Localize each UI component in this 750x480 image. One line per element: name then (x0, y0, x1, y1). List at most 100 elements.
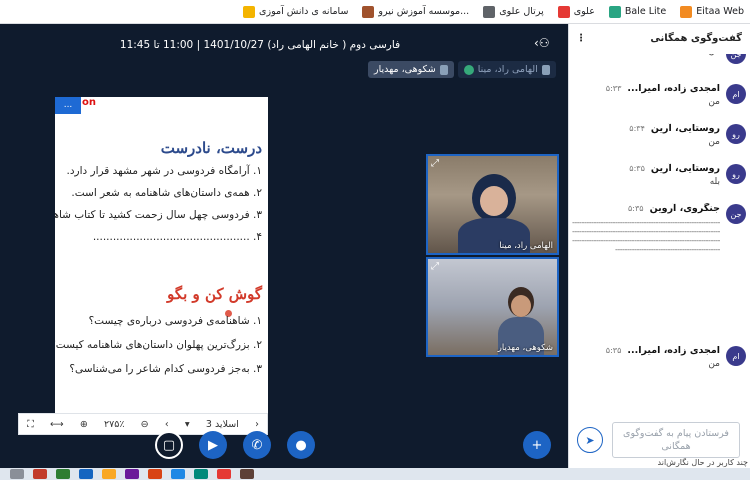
mic-icon: ● (295, 437, 307, 453)
expand-icon[interactable]: ⤢ (431, 158, 439, 169)
zoom-out-icon[interactable]: ⊖ (141, 419, 149, 430)
mic-button[interactable]: ● (287, 431, 315, 459)
screen-share-button[interactable]: ▢ (155, 431, 183, 459)
slide-line: ۱. شاهنامه‌ی فردوسی درباره‌ی چیست؟ (88, 315, 262, 327)
message-text: بله (709, 177, 720, 187)
expand-icon[interactable]: ⤢ (431, 261, 439, 272)
bookmarks-bar: Eitaa Web Bale Lite علوی پرتال علوی موسسه آم… (0, 0, 750, 24)
bale-icon (608, 5, 621, 18)
zoom-in-icon[interactable]: ⊕ (80, 419, 88, 430)
video-face (511, 295, 531, 317)
slide-line: ۱. آرامگاه فردوسی در شهر مشهد قرار دارد. (66, 165, 262, 177)
message-text: من (572, 54, 720, 56)
taskbar-app-icon[interactable] (217, 469, 231, 479)
slide-tag[interactable]: ... (55, 97, 81, 114)
slide-toolbar: ⛶ ⟷ ⊕ ۲۷۵٪ ⊖ ‹ ▾ اسلاید 3 › (18, 413, 268, 435)
chat-message: رو روستایی، آرین ۵:۳۴ من (568, 120, 750, 160)
sender-name: امجدی زاده، امیرا... (627, 83, 720, 94)
chat-message: جن من (568, 54, 750, 80)
camera-icon: ▶ (208, 437, 218, 453)
taskbar-app-icon[interactable] (10, 469, 24, 479)
slide-line: ۲. بزرگ‌ترین پهلوان داستان‌های شاهنامه ک… (55, 339, 262, 351)
chat-header: گفت‌وگوی همگانی ⋮ (568, 24, 750, 52)
taskbar-app-icon[interactable] (33, 469, 47, 479)
bookmark-item[interactable]: Bale Lite (608, 5, 666, 18)
slide-line: ۳. به‌جز فردوسی کدام شاعر را می‌شناسی؟ (69, 363, 262, 375)
status-dot-icon (463, 64, 474, 75)
slide-line: ۲. همه‌ی داستان‌های شاهنامه به شعر است. (71, 187, 262, 199)
message-text: من (708, 359, 720, 369)
message-header: امجدی زاده، امیرا... ۵:۳۵ (572, 345, 720, 356)
slide-heading: گوش کن و بگو (167, 285, 262, 303)
taskbar-app-icon[interactable] (125, 469, 139, 479)
presenters-bar: شکوهی، مهدیار الهامی راد، مینا (368, 61, 556, 78)
bookmark-item[interactable]: Eitaa Web (680, 5, 744, 18)
chat-message-list[interactable]: جن من ام امجدی زاده، امیرا... ۵:۳۳ من رو روستای… (568, 54, 750, 416)
zoom-level: ۲۷۵٪ (104, 418, 125, 430)
taskbar-app-icon[interactable] (148, 469, 162, 479)
message-time: ۵:۳۳ (605, 84, 622, 93)
bookmark-item[interactable]: موسسه آموزش نیرو... (362, 5, 469, 18)
slide-line: ۴. .....................................… (92, 231, 262, 243)
message-header: امجدی زاده، امیرا... ۵:۳۳ (572, 83, 720, 94)
sender-name: روستایی، آرین (650, 163, 720, 174)
taskbar-app-icon[interactable] (79, 469, 93, 479)
send-button[interactable]: ➤ (577, 427, 603, 453)
alavi-icon (557, 5, 570, 18)
presenter-pill[interactable]: شکوهی، مهدیار (368, 61, 454, 78)
bookmark-item[interactable]: پرتال علوی (483, 5, 544, 18)
avatar: ام (726, 84, 746, 104)
bookmark-label: علوی (573, 6, 595, 17)
chat-title[interactable]: گفت‌وگوی همگانی (650, 33, 742, 44)
message-dashes: ----------------------------------------… (572, 218, 720, 254)
plus-icon: + (531, 437, 543, 453)
avatar: رو (726, 124, 746, 144)
next-slide-icon[interactable]: › (255, 419, 259, 430)
slide-corner-text: on (82, 97, 96, 108)
fullscreen-icon[interactable]: ⛶ (27, 419, 34, 430)
typing-status: چند کاربر در حال نگارش‌اند (657, 458, 748, 467)
message-time: ۵:۳۵ (627, 204, 644, 213)
camera-button[interactable]: ▶ (199, 431, 227, 459)
taskbar-app-icon[interactable] (194, 469, 208, 479)
user-list-icon[interactable]: ‹⚇ (534, 36, 554, 52)
avatar: جن (726, 204, 746, 224)
chat-message: ام امجدی زاده، امیرا... ۵:۳۵ من (568, 342, 750, 382)
sender-name: امجدی زاده، امیرا... (627, 345, 720, 356)
message-time: ۵:۳۵ (629, 164, 645, 173)
prev-slide-icon[interactable]: ‹ (165, 419, 169, 430)
chat-message: ام امجدی زاده، امیرا... ۵:۳۳ من (568, 80, 750, 120)
sender-name: روستایی، آرین (650, 123, 720, 134)
chat-message-input[interactable]: فرستادن پیام به گفت‌وگوی همگانی (612, 422, 740, 458)
participant-name: شکوهی، مهدیار (497, 343, 553, 353)
screen-share-icon: ▢ (162, 437, 176, 453)
taskbar-app-icon[interactable] (171, 469, 185, 479)
lock-icon (439, 64, 448, 75)
slide-dropdown-icon[interactable]: ▾ (185, 419, 190, 430)
taskbar (0, 468, 750, 480)
message-time: ۵:۳۴ (629, 124, 645, 133)
avatar: جن (726, 54, 746, 64)
taskbar-app-icon[interactable] (102, 469, 116, 479)
send-icon: ➤ (585, 433, 595, 447)
presenter-pill[interactable]: الهامی راد، مینا (457, 61, 556, 78)
bookmark-item[interactable]: سامانه ی دانش آموزی (243, 5, 348, 18)
audio-button[interactable]: ✆ (243, 431, 271, 459)
webcam-tile[interactable]: ⤢ شکوهی، مهدیار (426, 257, 559, 357)
actions-button[interactable]: + (523, 431, 551, 459)
taskbar-app-icon[interactable] (56, 469, 70, 479)
presenter-name: شکوهی، مهدیار (374, 64, 436, 75)
slide-heading: درست، نادرست (160, 139, 262, 157)
slide-line: ۳. فردوسی چهل سال زحمت کشید تا کتاب شاهن… (55, 209, 262, 221)
taskbar-app-icon[interactable] (240, 469, 254, 479)
meeting-title: فارسی دوم ( خانم الهامی راد) 1401/10/27 … (119, 39, 401, 51)
phone-icon: ✆ (251, 437, 263, 453)
more-options-icon[interactable]: ⋮ (576, 33, 586, 44)
bookmark-item[interactable]: علوی (557, 5, 595, 18)
slide-selector[interactable]: اسلاید 3 (206, 419, 239, 430)
fit-width-icon[interactable]: ⟷ (50, 419, 64, 430)
message-text: من (708, 97, 720, 107)
eitaa-icon (680, 5, 693, 18)
meeting-area: فارسی دوم ( خانم الهامی راد) 1401/10/27 … (0, 24, 568, 468)
webcam-tile[interactable]: ⤢ الهامی راد، مینا (426, 154, 559, 255)
